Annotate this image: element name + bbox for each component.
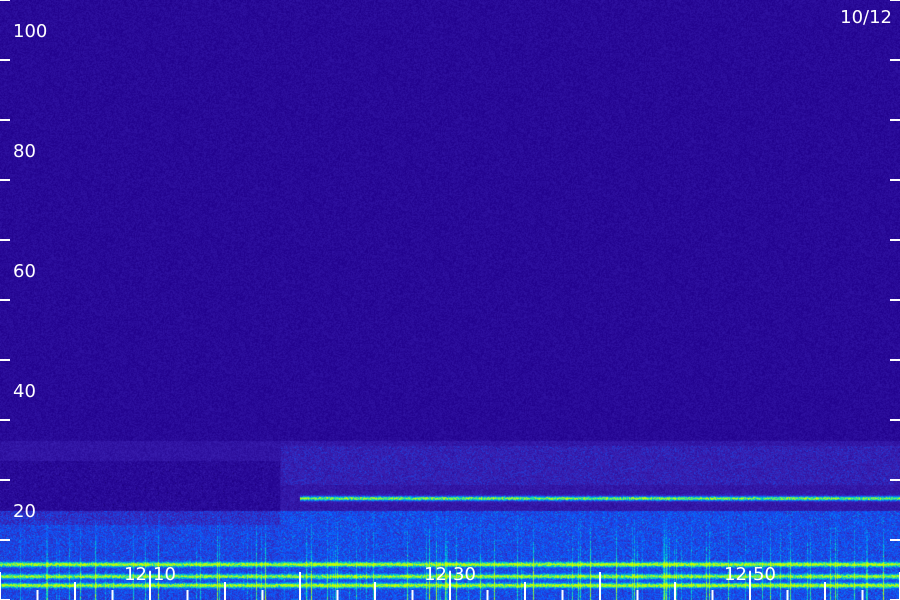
x-tick-label-1250: 12:50 — [724, 564, 776, 585]
x-tick-label-1230: 12:30 — [424, 564, 476, 585]
axis-overlay: 100 80 60 40 20 10/12 12:10 12:30 12:50 — [0, 0, 900, 600]
y-tick-label-60: 60 — [13, 261, 36, 282]
y-tick-label-100: 100 — [13, 21, 47, 42]
x-tick-label-1210: 12:10 — [124, 564, 176, 585]
y-tick-label-20: 20 — [13, 501, 36, 522]
date-label: 10/12 — [840, 7, 892, 28]
y-axis-ticks-left — [0, 0, 10, 600]
y-tick-label-80: 80 — [13, 141, 36, 162]
y-axis-ticks-right — [890, 0, 900, 600]
y-tick-label-40: 40 — [13, 381, 36, 402]
